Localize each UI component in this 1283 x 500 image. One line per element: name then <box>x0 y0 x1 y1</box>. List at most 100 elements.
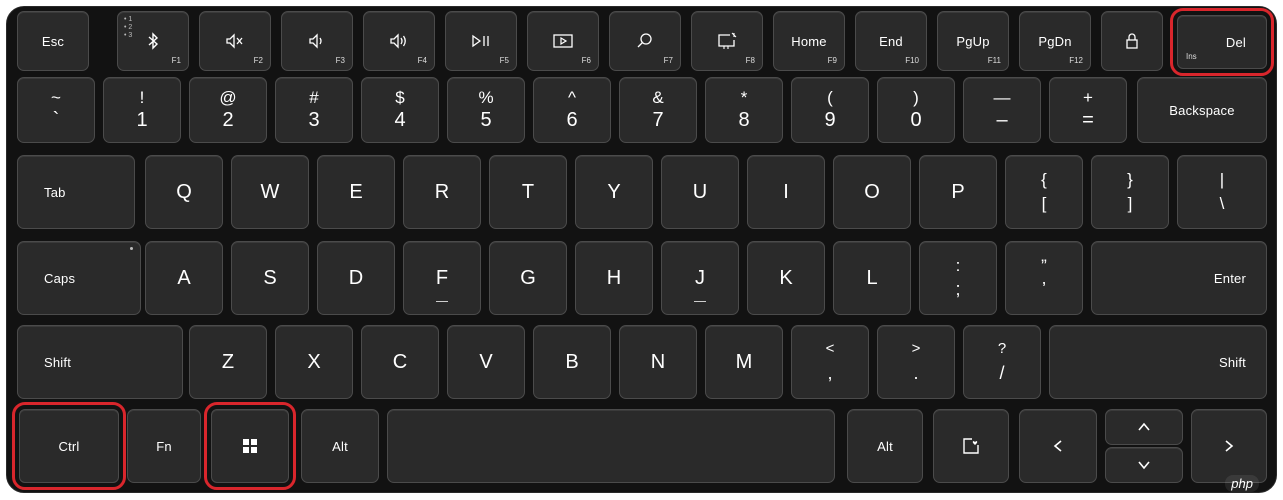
tab-key[interactable]: Tab <box>17 155 135 229</box>
key-3[interactable]: # 3 <box>275 77 353 143</box>
key-g-label: G <box>520 266 536 289</box>
quote-key[interactable]: ” ’ <box>1005 241 1083 315</box>
windows-logo-icon <box>212 410 288 482</box>
f3-key[interactable]: F3 <box>281 11 353 71</box>
ctrl-label: Ctrl <box>58 438 80 454</box>
fn-key[interactable]: Fn <box>127 409 201 483</box>
key-4-top: $ <box>395 88 405 107</box>
f8-key[interactable]: F8 <box>691 11 763 71</box>
key-4[interactable]: $ 4 <box>361 77 439 143</box>
key-p[interactable]: P <box>919 155 997 229</box>
key-l-label: L <box>866 266 878 289</box>
enter-key[interactable]: Enter <box>1091 241 1267 315</box>
key-n[interactable]: N <box>619 325 697 399</box>
f6-key[interactable]: F6 <box>527 11 599 71</box>
tilde-key[interactable]: ~ ` <box>17 77 95 143</box>
slash-key[interactable]: ? / <box>963 325 1041 399</box>
key-2[interactable]: @ 2 <box>189 77 267 143</box>
backspace-key[interactable]: Backspace <box>1137 77 1267 143</box>
key-5[interactable]: % 5 <box>447 77 525 143</box>
home-key[interactable]: Home F9 <box>773 11 845 71</box>
key-6[interactable]: ^ 6 <box>533 77 611 143</box>
alt-left-label: Alt <box>332 438 348 454</box>
key-7-bottom: 7 <box>652 109 664 131</box>
minus-key[interactable]: — – <box>963 77 1041 143</box>
windows-key[interactable] <box>204 402 296 490</box>
key-l[interactable]: L <box>833 241 911 315</box>
period-key[interactable]: > . <box>877 325 955 399</box>
arrow-down-key[interactable] <box>1105 447 1183 483</box>
left-brace-key[interactable]: { [ <box>1005 155 1083 229</box>
backslash-key[interactable]: | \ <box>1177 155 1267 229</box>
shift-right-key[interactable]: Shift <box>1049 325 1267 399</box>
key-8[interactable]: * 8 <box>705 77 783 143</box>
period-bottom: . <box>913 363 919 383</box>
end-key[interactable]: End F10 <box>855 11 927 71</box>
f2-label: F2 <box>253 56 263 65</box>
f-homing-bump <box>436 301 448 302</box>
f1-key[interactable]: • 1 • 2 • 3 F1 <box>117 11 189 71</box>
pgup-key[interactable]: PgUp F11 <box>937 11 1009 71</box>
esc-key[interactable]: Esc <box>17 11 89 71</box>
right-brace-key[interactable]: } ] <box>1091 155 1169 229</box>
right-brace-bottom: ] <box>1127 194 1133 213</box>
tilde-bottom: ` <box>52 109 60 131</box>
key-q[interactable]: Q <box>145 155 223 229</box>
lock-icon <box>1102 12 1162 70</box>
key-r[interactable]: R <box>403 155 481 229</box>
key-1[interactable]: ! 1 <box>103 77 181 143</box>
key-h[interactable]: H <box>575 241 653 315</box>
key-x[interactable]: X <box>275 325 353 399</box>
heart-window-icon <box>934 410 1008 482</box>
key-f[interactable]: F <box>403 241 481 315</box>
key-y[interactable]: Y <box>575 155 653 229</box>
key-9[interactable]: ( 9 <box>791 77 869 143</box>
key-s[interactable]: S <box>231 241 309 315</box>
semicolon-key[interactable]: : ; <box>919 241 997 315</box>
spacebar[interactable] <box>387 409 835 483</box>
double-quote-top: ” <box>1041 256 1047 275</box>
key-g[interactable]: G <box>489 241 567 315</box>
f5-label: F5 <box>499 56 509 65</box>
key-u[interactable]: U <box>661 155 739 229</box>
lock-key[interactable] <box>1101 11 1163 71</box>
f7-key[interactable]: F7 <box>609 11 681 71</box>
comma-key[interactable]: < , <box>791 325 869 399</box>
alt-left-key[interactable]: Alt <box>301 409 379 483</box>
key-e[interactable]: E <box>317 155 395 229</box>
key-c[interactable]: C <box>361 325 439 399</box>
alt-right-key[interactable]: Alt <box>847 409 923 483</box>
f2-key[interactable]: F2 <box>199 11 271 71</box>
arrow-right-key[interactable] <box>1191 409 1267 483</box>
key-v[interactable]: V <box>447 325 525 399</box>
key-k[interactable]: K <box>747 241 825 315</box>
key-a[interactable]: A <box>145 241 223 315</box>
key-j[interactable]: J <box>661 241 739 315</box>
f3-label: F3 <box>335 56 345 65</box>
key-t[interactable]: T <box>489 155 567 229</box>
key-d[interactable]: D <box>317 241 395 315</box>
equals-top: + <box>1083 88 1093 107</box>
f4-key[interactable]: F4 <box>363 11 435 71</box>
key-7[interactable]: & 7 <box>619 77 697 143</box>
key-m[interactable]: M <box>705 325 783 399</box>
f4-label: F4 <box>417 56 427 65</box>
caps-key[interactable]: Caps <box>17 241 141 315</box>
f5-key[interactable]: F5 <box>445 11 517 71</box>
key-b[interactable]: B <box>533 325 611 399</box>
equals-key[interactable]: + = <box>1049 77 1127 143</box>
key-0[interactable]: ) 0 <box>877 77 955 143</box>
ctrl-key[interactable]: Ctrl <box>12 402 126 490</box>
arrow-up-key[interactable] <box>1105 409 1183 445</box>
favorite-key[interactable] <box>933 409 1009 483</box>
key-i-label: I <box>783 180 789 203</box>
del-key[interactable]: Del Ins <box>1170 8 1274 76</box>
key-w[interactable]: W <box>231 155 309 229</box>
key-i[interactable]: I <box>747 155 825 229</box>
key-o[interactable]: O <box>833 155 911 229</box>
shift-left-key[interactable]: Shift <box>17 325 183 399</box>
key-z[interactable]: Z <box>189 325 267 399</box>
pgdn-key[interactable]: PgDn F12 <box>1019 11 1091 71</box>
key-s-label: S <box>263 266 277 289</box>
arrow-left-key[interactable] <box>1019 409 1097 483</box>
